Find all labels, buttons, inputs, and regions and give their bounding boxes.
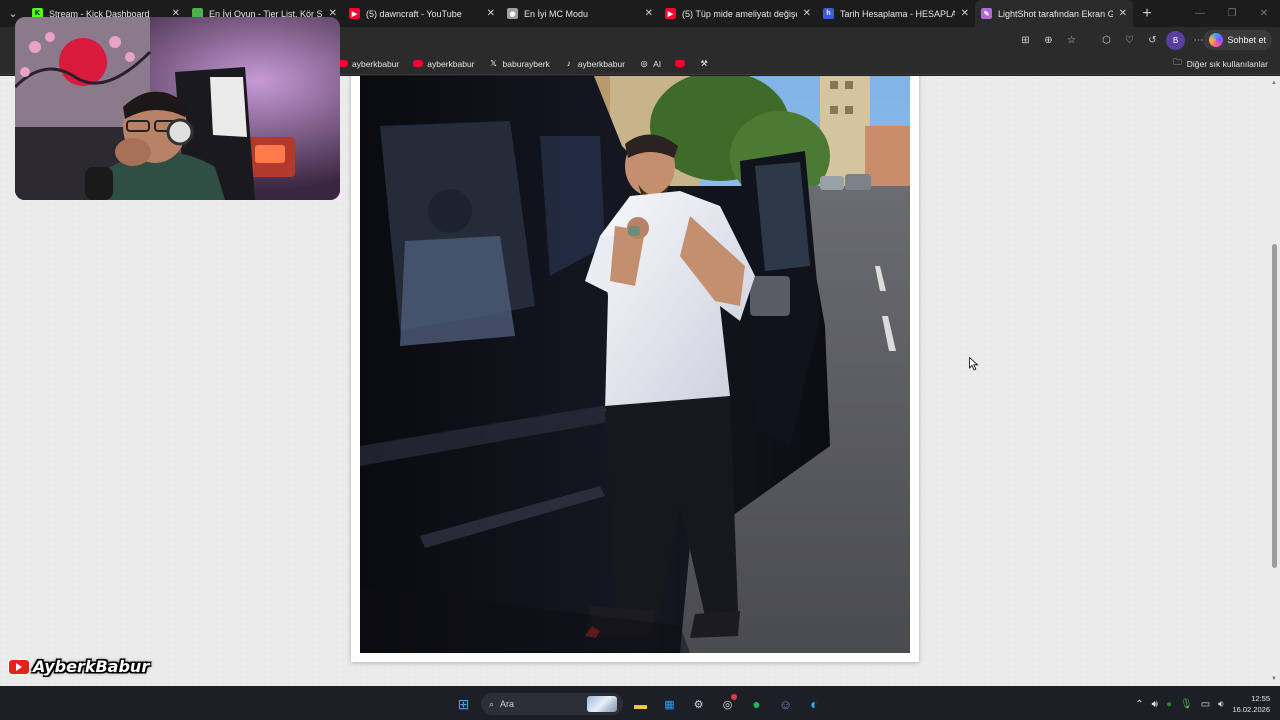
bookmark-x-baburayberk[interactable]: 𝕏 baburayberk bbox=[489, 59, 550, 69]
close-icon[interactable]: ✕ bbox=[645, 8, 653, 19]
extensions-icon[interactable]: ⬡ bbox=[1097, 31, 1116, 50]
tab-title: En İyi MC Modu bbox=[524, 8, 589, 19]
store-icon[interactable]: ▦ bbox=[658, 693, 681, 716]
youtube-icon: ▶ bbox=[665, 8, 676, 19]
page-scrollbar[interactable]: ▲ ▼ bbox=[1268, 76, 1280, 686]
tool-icon: ⚒ bbox=[700, 59, 708, 68]
new-tab-button[interactable]: + bbox=[1133, 0, 1161, 27]
close-icon[interactable]: ✕ bbox=[803, 8, 811, 19]
favorite-star-icon[interactable]: ☆ bbox=[1062, 31, 1081, 50]
scroll-down-icon[interactable]: ▼ bbox=[1271, 676, 1277, 682]
tab-title: (5) dawncraft - YouTube bbox=[366, 8, 462, 19]
bookmark-youtube[interactable] bbox=[675, 60, 686, 67]
file-explorer-icon[interactable]: ▬ bbox=[629, 693, 652, 716]
start-icon[interactable]: ⊞ bbox=[452, 693, 475, 716]
network-icon[interactable]: ▭ bbox=[1201, 699, 1210, 710]
audio-icon[interactable]: 🔊︎ bbox=[1152, 699, 1158, 710]
discord-icon[interactable]: ☺ bbox=[774, 693, 797, 716]
close-icon[interactable]: ✕ bbox=[1119, 8, 1127, 19]
minimize-icon[interactable]: — bbox=[1184, 0, 1216, 27]
tiktok-icon: ♪ bbox=[566, 59, 571, 68]
youtube-logo-icon bbox=[8, 658, 30, 675]
tab-title: LightShot tarafından Ekran Görüntüsü bbox=[998, 8, 1113, 19]
bookmark-tiktok-ayberkbabur[interactable]: ♪ ayberkbabur bbox=[564, 59, 625, 69]
bookmark-youtube-ayberkbabur-2[interactable]: ayberkbabur bbox=[413, 58, 475, 69]
window-controls: — ❐ ✕ bbox=[1184, 0, 1280, 27]
tab-tarih-hesaplama[interactable]: h Tarih Hesaplama - HESAPLAMA.NET ✕ bbox=[817, 0, 975, 27]
globe-icon: ◉ bbox=[507, 8, 518, 19]
profile-avatar-icon[interactable]: B bbox=[1166, 30, 1185, 50]
scroll-up-icon[interactable]: ▲ bbox=[1271, 80, 1277, 86]
taskbar-apps: ⊞ ⌕ Ara ▬ ▦ ⚙ ◎ ● ☺ ◐ bbox=[452, 692, 826, 716]
youtube-icon bbox=[675, 60, 686, 67]
tab-title: (5) Tüp mide ameliyatı değişen yaşam bbox=[682, 8, 797, 19]
status-dot-icon[interactable]: ● bbox=[1166, 699, 1172, 710]
zoom-icon[interactable]: ⊕ bbox=[1039, 31, 1058, 50]
lightshot-icon: ✎ bbox=[981, 8, 992, 19]
screenshot-image[interactable] bbox=[360, 76, 910, 653]
tab-youtube-tup-mide[interactable]: ▶ (5) Tüp mide ameliyatı değişen yaşam ✕ bbox=[659, 0, 817, 27]
browser-essentials-icon[interactable]: ♡ bbox=[1120, 31, 1139, 50]
spotify-icon[interactable]: ● bbox=[745, 693, 768, 716]
history-icon[interactable]: ↺ bbox=[1143, 31, 1162, 50]
split-screen-icon[interactable]: ⊞ bbox=[1016, 31, 1035, 50]
webcam-feed bbox=[15, 17, 340, 200]
steam-icon[interactable]: ⚙ bbox=[687, 693, 710, 716]
hesaplama-icon: h bbox=[823, 8, 834, 19]
webcam-overlay bbox=[15, 17, 340, 200]
other-bookmarks-folder[interactable]: 🗀 Diğer sık kullanılanlar bbox=[1173, 57, 1268, 71]
scrollbar-thumb[interactable] bbox=[1272, 244, 1277, 568]
clock-time: 12:55 bbox=[1251, 694, 1270, 703]
bookmark-label: ayberkbabur bbox=[577, 58, 626, 69]
tab-lightshot[interactable]: ✎ LightShot tarafından Ekran Görüntüsü ✕ bbox=[975, 0, 1133, 27]
ai-icon: ◎ bbox=[640, 59, 648, 68]
channel-watermark: AyberkBabur bbox=[8, 657, 149, 676]
microphone-icon[interactable]: 🎙︎ bbox=[1180, 699, 1193, 710]
youtube-icon: ▶ bbox=[349, 8, 360, 19]
recording-dot-icon bbox=[731, 693, 737, 700]
taskbar-search[interactable]: ⌕ Ara bbox=[481, 693, 623, 715]
youtube-icon bbox=[413, 60, 424, 67]
volume-icon[interactable]: 🔉︎ bbox=[1218, 699, 1224, 710]
close-icon[interactable]: ✕ bbox=[487, 8, 495, 19]
tab-youtube-dawncraft[interactable]: ▶ (5) dawncraft - YouTube ✕ bbox=[343, 0, 501, 27]
search-highlight-image bbox=[587, 696, 617, 712]
x-icon: 𝕏 bbox=[490, 59, 497, 68]
bookmark-youtube-ayberkbabur[interactable]: ayberkbabur bbox=[338, 59, 399, 69]
obs-icon[interactable]: ◎ bbox=[716, 693, 739, 716]
toolbar-divider bbox=[1085, 31, 1093, 50]
other-bookmarks-label: Diğer sık kullanılanlar bbox=[1186, 59, 1268, 69]
close-icon[interactable]: ✕ bbox=[961, 8, 969, 19]
copilot-chat-button[interactable]: Sohbet et bbox=[1203, 30, 1272, 50]
photo-illustration bbox=[360, 76, 910, 653]
search-placeholder: Ara bbox=[500, 699, 515, 709]
edge-icon[interactable]: ◐ bbox=[803, 693, 826, 716]
folder-icon: 🗀 bbox=[1173, 57, 1182, 67]
windows-taskbar: ⊞ ⌕ Ara ▬ ▦ ⚙ ◎ ● ☺ ◐ ⌃ 🔊︎ ● 🎙︎ ▭ 🔉︎ 12:… bbox=[0, 688, 1280, 720]
close-window-icon[interactable]: ✕ bbox=[1248, 0, 1280, 27]
mouse-cursor-icon bbox=[969, 357, 979, 371]
bookmark-ai[interactable]: ◎ AI bbox=[639, 58, 662, 69]
channel-name: AyberkBabur bbox=[33, 657, 150, 676]
toolbar-icons: ⊞ ⊕ ☆ ⬡ ♡ ↺ B ⋯ bbox=[1016, 27, 1208, 53]
chevron-up-icon[interactable]: ⌃ bbox=[1135, 699, 1143, 710]
screenshot-image-card bbox=[351, 76, 919, 662]
bookmark-label: ayberkbabur bbox=[352, 58, 400, 69]
search-icon: ⌕ bbox=[489, 698, 495, 709]
tab-mc-modu[interactable]: ◉ En İyi MC Modu ✕ bbox=[501, 0, 659, 27]
bookmark-label: AI bbox=[653, 58, 662, 69]
clock-date: 16.02.2026 bbox=[1232, 705, 1270, 714]
system-tray: ⌃ 🔊︎ ● 🎙︎ ▭ 🔉︎ 12:55 16.02.2026 bbox=[1135, 688, 1280, 720]
copilot-chat-label: Sohbet et bbox=[1227, 35, 1266, 45]
bookmark-tool[interactable]: ⚒ bbox=[699, 59, 709, 69]
bookmark-label: baburayberk bbox=[502, 58, 550, 69]
maximize-icon[interactable]: ❐ bbox=[1216, 0, 1248, 27]
tab-title: Tarih Hesaplama - HESAPLAMA.NET bbox=[840, 8, 955, 19]
bookmark-label: ayberkbabur bbox=[427, 58, 475, 69]
taskbar-clock[interactable]: 12:55 16.02.2026 bbox=[1232, 693, 1270, 715]
copilot-icon bbox=[1209, 33, 1224, 47]
